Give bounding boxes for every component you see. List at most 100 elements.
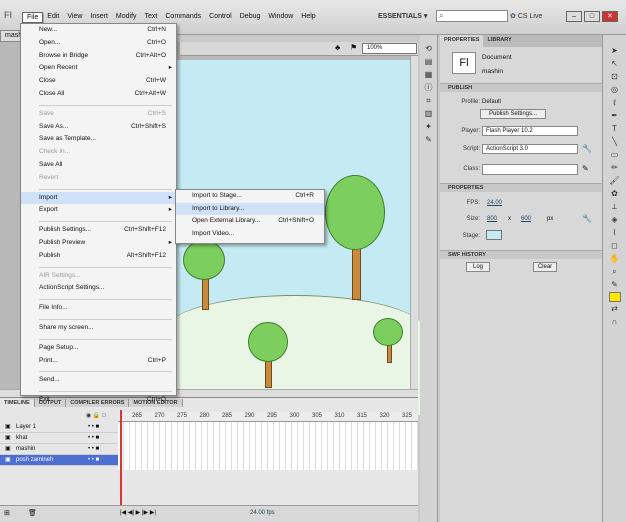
layer-row[interactable]: ▣ khat • • ■: [0, 433, 118, 444]
file-menu-item-air-settings[interactable]: AIR Settings...: [21, 270, 176, 283]
subselection-tool-icon[interactable]: ↖: [607, 58, 623, 70]
new-layer-icon[interactable]: ⊞: [4, 509, 10, 517]
delete-layer-icon[interactable]: 🗑: [28, 509, 37, 517]
rectangle-tool-icon[interactable]: ▭: [607, 149, 623, 161]
info-icon[interactable]: ⓘ: [421, 82, 437, 94]
outline-icon[interactable]: □: [102, 413, 106, 419]
file-menu-item-file-info[interactable]: File Info...: [21, 302, 176, 315]
properties-section-header[interactable]: PROPERTIES: [440, 183, 602, 192]
fill-color-swatch[interactable]: [608, 292, 621, 302]
menu-view[interactable]: View: [63, 12, 86, 23]
bone-tool-icon[interactable]: ⟂: [607, 201, 623, 213]
file-menu-item-save-as[interactable]: Save As... Ctrl+Shift+S: [21, 121, 176, 134]
width-value[interactable]: 800: [487, 216, 497, 222]
minimize-button[interactable]: –: [566, 11, 582, 22]
deco-tool-icon[interactable]: ✿: [607, 188, 623, 200]
brush-tool-icon[interactable]: 🖌: [607, 175, 623, 187]
menu-modify[interactable]: Modify: [112, 12, 141, 23]
swf-history-header[interactable]: SWF HISTORY: [440, 250, 602, 259]
file-menu-item-export[interactable]: Export ▸: [21, 204, 176, 217]
vertical-scrollbar[interactable]: [410, 56, 418, 389]
eye-icon[interactable]: ◉: [86, 413, 91, 419]
import-menu-item-import-to-stage[interactable]: Import to Stage... Ctrl+R: [176, 190, 324, 203]
cs-live-button[interactable]: ✿ CS Live: [510, 12, 542, 20]
transform-icon[interactable]: ⌗: [421, 95, 437, 107]
import-menu-item-import-to-library[interactable]: Import to Library...: [176, 202, 324, 215]
history-icon[interactable]: ⟲: [421, 43, 437, 55]
height-value[interactable]: 600: [521, 216, 531, 222]
edit-size-icon[interactable]: 🔧: [582, 214, 592, 223]
layer-toggles[interactable]: • • ■: [88, 433, 99, 444]
layer-toggles[interactable]: • • ■: [88, 422, 99, 433]
player-select[interactable]: Flash Player 10.2: [482, 126, 578, 136]
file-menu-item-send[interactable]: Send...: [21, 374, 176, 387]
tab-library[interactable]: LIBRARY: [483, 35, 515, 47]
file-menu-item-revert[interactable]: Revert: [21, 172, 176, 185]
file-menu-item-import[interactable]: Import ▸: [21, 191, 176, 205]
layer-toggles[interactable]: • • ■: [88, 455, 99, 466]
library-icon[interactable]: ▥: [421, 108, 437, 120]
frame-ruler[interactable]: 265 270 275 280 285 290 295 300 305 310 315 320 325: [118, 412, 418, 422]
file-menu-item-new[interactable]: New... Ctrl+N: [21, 24, 176, 37]
publish-settings-button[interactable]: Publish Settings...: [480, 109, 546, 119]
search-input[interactable]: ⌕: [436, 10, 508, 22]
file-menu-item-check-in[interactable]: Check In...: [21, 146, 176, 159]
file-menu-item-actionscript-settings[interactable]: ActionScript Settings...: [21, 282, 176, 295]
menu-edit[interactable]: Edit: [43, 12, 63, 23]
edit-scene-icon[interactable]: ⚑: [350, 43, 357, 52]
swap-colors-icon[interactable]: ⇄: [607, 303, 623, 315]
file-menu-item-close[interactable]: Close Ctrl+W: [21, 75, 176, 88]
script-select[interactable]: ActionScript 3.0: [482, 144, 578, 154]
paint-bucket-icon[interactable]: ◈: [607, 214, 623, 226]
menu-text[interactable]: Text: [141, 12, 162, 23]
frame-grid[interactable]: [118, 422, 418, 470]
edit-class-icon[interactable]: ✎: [582, 164, 589, 173]
layer-row[interactable]: ▣ Layer 1 • • ■: [0, 422, 118, 433]
menu-help[interactable]: Help: [297, 12, 319, 23]
file-menu-item-print[interactable]: Print... Ctrl+P: [21, 355, 176, 368]
edit-symbols-icon[interactable]: ♣: [335, 43, 340, 52]
file-menu-item-page-setup[interactable]: Page Setup...: [21, 342, 176, 355]
components-icon[interactable]: ✦: [421, 121, 437, 133]
file-menu-item-share-my-screen[interactable]: Share my screen...: [21, 322, 176, 335]
menu-control[interactable]: Control: [205, 12, 236, 23]
color-icon[interactable]: ▦: [421, 69, 437, 81]
file-menu-item-save-all[interactable]: Save All: [21, 159, 176, 172]
playhead[interactable]: [120, 410, 122, 508]
fps-value[interactable]: 24.00: [487, 200, 502, 206]
menu-window[interactable]: Window: [264, 12, 297, 23]
3d-rotation-icon[interactable]: ◎: [607, 84, 623, 96]
align-icon[interactable]: ▤: [421, 56, 437, 68]
class-input[interactable]: [482, 164, 578, 175]
layer-row[interactable]: ▣ mashin • • ■: [0, 444, 118, 455]
maximize-button[interactable]: □: [584, 11, 600, 22]
workspace-switcher[interactable]: ESSENTIALS ▾: [378, 12, 427, 20]
layer-toggles[interactable]: • • ■: [88, 444, 99, 455]
menu-commands[interactable]: Commands: [161, 12, 205, 23]
eraser-tool-icon[interactable]: ◻: [607, 240, 623, 252]
file-menu-item-save-as-template[interactable]: Save as Template...: [21, 133, 176, 146]
free-transform-icon[interactable]: ⊡: [607, 71, 623, 83]
zoom-tool-icon[interactable]: ⌕: [607, 266, 623, 278]
file-menu-item-exit[interactable]: Exit Ctrl+Q: [21, 394, 176, 407]
close-button[interactable]: ✕: [602, 11, 618, 22]
file-menu-item-publish[interactable]: Publish Alt+Shift+F12: [21, 250, 176, 263]
zoom-select[interactable]: 100%: [362, 43, 417, 54]
text-tool-icon[interactable]: T: [607, 123, 623, 135]
stroke-color-icon[interactable]: ✎: [607, 279, 623, 291]
motion-presets-icon[interactable]: ✎: [421, 134, 437, 146]
import-menu-item-open-external-library[interactable]: Open External Library... Ctrl+Shift+O: [176, 215, 324, 228]
menu-insert[interactable]: Insert: [86, 12, 112, 23]
file-menu-item-save[interactable]: Save Ctrl+S: [21, 108, 176, 121]
menu-debug[interactable]: Debug: [236, 12, 265, 23]
publish-section-header[interactable]: PUBLISH: [440, 83, 602, 92]
lasso-tool-icon[interactable]: ℓ: [607, 97, 623, 109]
layer-row[interactable]: ▣ posh zamineh • • ■: [0, 455, 118, 466]
lock-icon[interactable]: 🔒: [93, 413, 100, 419]
selection-tool-icon[interactable]: ➤: [607, 45, 623, 57]
line-tool-icon[interactable]: ╲: [607, 136, 623, 148]
file-menu-item-publish-preview[interactable]: Publish Preview ▸: [21, 237, 176, 250]
log-button[interactable]: Log: [466, 262, 490, 272]
file-menu-item-publish-settings[interactable]: Publish Settings... Ctrl+Shift+F12: [21, 224, 176, 237]
tab-properties[interactable]: PROPERTIES: [440, 35, 484, 47]
